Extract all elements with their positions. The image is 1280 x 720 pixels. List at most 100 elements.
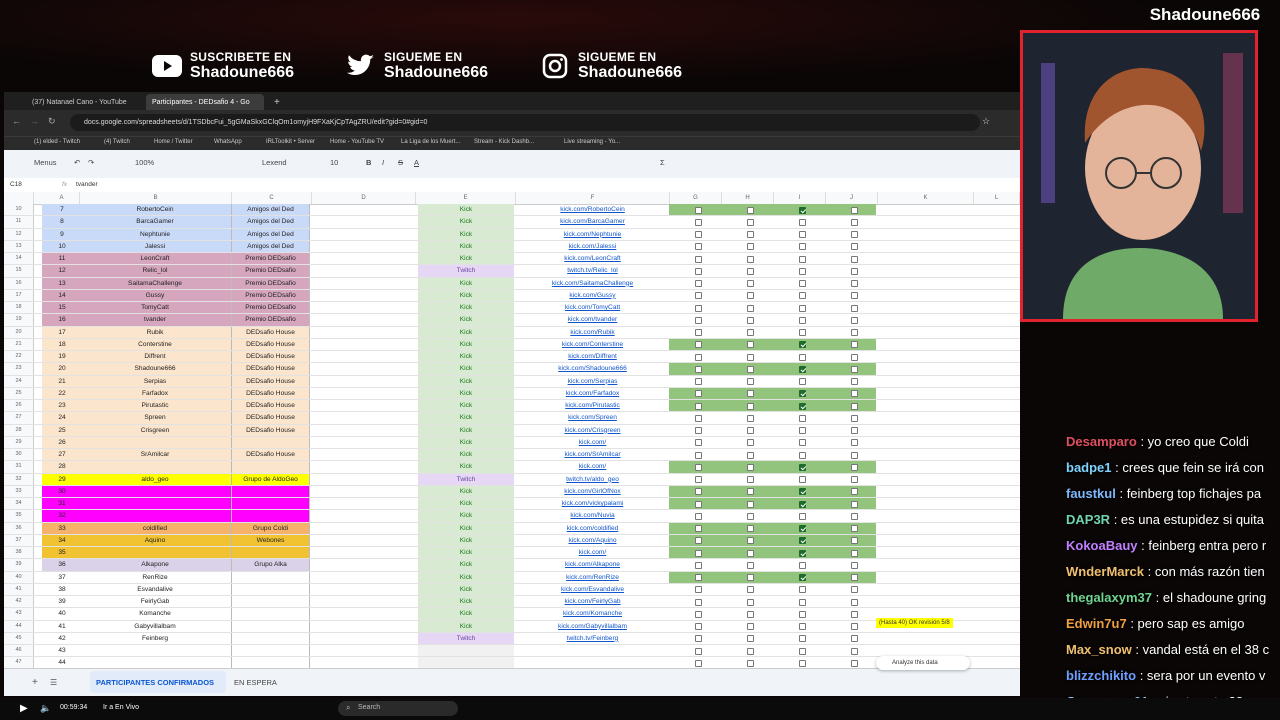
column-header[interactable]: E (416, 192, 516, 204)
participant-number[interactable]: 15 (42, 302, 82, 314)
checkbox[interactable] (851, 378, 858, 385)
participant-number[interactable]: 36 (42, 559, 82, 571)
participant-number[interactable]: 9 (42, 228, 82, 240)
row-number[interactable]: 18 (4, 302, 34, 314)
platform-select[interactable]: Kick (418, 228, 514, 240)
participant-name[interactable]: Serpias (79, 375, 232, 387)
participant-name[interactable]: Shadoune666 (79, 363, 232, 375)
chat-username[interactable]: WnderMarck (1066, 564, 1144, 579)
checkbox[interactable] (851, 659, 858, 667)
checkbox[interactable] (747, 549, 754, 557)
participant-name[interactable]: Diffrent (79, 351, 232, 363)
checkbox[interactable] (799, 218, 806, 226)
strikethrough-icon[interactable]: S (398, 158, 403, 167)
bookmark-item[interactable]: La Liga de los Muert... (401, 139, 460, 145)
channel-link[interactable]: kick.com/Shadoune666 (516, 363, 669, 374)
checkbox[interactable] (747, 378, 754, 385)
platform-select[interactable]: Kick (418, 522, 514, 534)
checkbox[interactable] (695, 512, 702, 520)
chat-username[interactable]: blizzchikito (1066, 668, 1136, 683)
checkbox[interactable] (695, 647, 702, 655)
checkbox[interactable] (799, 292, 806, 300)
participant-number[interactable]: 7 (42, 204, 82, 216)
checkbox[interactable] (799, 488, 806, 496)
participant-number[interactable]: 44 (42, 657, 82, 668)
chat-username[interactable]: badpe1 (1066, 460, 1112, 475)
row-number[interactable]: 38 (4, 547, 34, 559)
checkbox[interactable] (695, 427, 702, 434)
checkbox[interactable] (799, 561, 806, 569)
checkbox[interactable] (799, 255, 806, 263)
platform-select[interactable]: Kick (418, 583, 514, 595)
checkbox[interactable] (747, 525, 754, 532)
participant-name[interactable]: Rubik (79, 326, 232, 338)
checkbox[interactable] (799, 402, 806, 410)
checkbox[interactable] (851, 451, 858, 459)
participant-number[interactable]: 37 (42, 571, 82, 583)
participant-name[interactable]: tvander (79, 314, 232, 326)
checkbox[interactable] (695, 267, 702, 275)
channel-link[interactable]: kick.com/Diffrent (516, 351, 669, 362)
platform-select[interactable]: Kick (418, 375, 514, 387)
participant-group[interactable]: Premio DEDsafio (232, 302, 310, 314)
checkbox[interactable] (851, 525, 858, 532)
participant-name[interactable] (79, 461, 232, 473)
platform-select[interactable]: Kick (418, 363, 514, 375)
row-number[interactable]: 12 (4, 228, 34, 240)
checkbox[interactable] (851, 500, 858, 508)
checkbox[interactable] (747, 647, 754, 655)
channel-link[interactable]: kick.com/TomyCatt (516, 302, 669, 313)
platform-select[interactable] (418, 645, 514, 657)
checkbox[interactable] (695, 353, 702, 361)
participant-number[interactable]: 33 (42, 522, 82, 534)
checkbox[interactable] (695, 610, 702, 618)
undo-icon[interactable]: ↶ (74, 158, 80, 167)
participant-number[interactable]: 38 (42, 583, 82, 595)
participant-number[interactable]: 40 (42, 608, 82, 620)
checkbox[interactable] (851, 488, 858, 496)
channel-link[interactable]: kick.com/Gussy (516, 290, 669, 301)
checkbox[interactable] (799, 243, 806, 251)
checkbox[interactable] (799, 659, 806, 667)
channel-link[interactable]: kick.com/ (516, 461, 669, 472)
chat-username[interactable]: faustkul (1066, 486, 1116, 501)
platform-select[interactable]: Kick (418, 302, 514, 314)
platform-select[interactable]: Kick (418, 277, 514, 289)
participant-name[interactable]: Aquino (79, 534, 232, 546)
participant-group[interactable]: DEDsafio House (232, 351, 310, 363)
participant-group[interactable] (232, 510, 310, 522)
participant-number[interactable]: 32 (42, 510, 82, 522)
channel-link[interactable]: kick.com/coldified (516, 523, 669, 534)
channel-link[interactable]: kick.com/Crisgreen (516, 425, 669, 436)
platform-select[interactable]: Twitch (418, 632, 514, 644)
checkbox[interactable] (695, 365, 702, 373)
zoom-select[interactable]: 100% (135, 158, 154, 167)
checkbox[interactable] (851, 329, 858, 336)
checkbox[interactable] (695, 243, 702, 251)
row-number[interactable]: 31 (4, 461, 34, 473)
checkbox[interactable] (851, 255, 858, 263)
checkbox[interactable] (747, 353, 754, 361)
checkbox[interactable] (747, 316, 754, 324)
row-number[interactable]: 11 (4, 216, 34, 228)
checkbox[interactable] (851, 574, 858, 581)
participant-number[interactable]: 12 (42, 265, 82, 277)
participant-name[interactable]: FeirlyGab (79, 596, 232, 608)
participant-name[interactable]: SaitamaChallenge (79, 277, 232, 289)
checkbox[interactable] (747, 439, 754, 447)
participant-name[interactable] (79, 645, 232, 657)
reload-icon[interactable]: ↻ (48, 116, 56, 127)
participant-group[interactable] (232, 620, 310, 632)
checkbox[interactable] (695, 402, 702, 410)
participant-group[interactable]: DEDsafio House (232, 424, 310, 436)
tab-participantes-confirmados[interactable]: PARTICIPANTES CONFIRMADOS (90, 671, 226, 693)
checkbox[interactable] (695, 488, 702, 496)
checkbox[interactable] (695, 329, 702, 336)
platform-select[interactable]: Kick (418, 216, 514, 228)
checkbox[interactable] (851, 341, 858, 349)
checkbox[interactable] (799, 267, 806, 275)
bookmark-item[interactable]: (1) elded - Twitch (34, 139, 80, 145)
participant-number[interactable]: 21 (42, 375, 82, 387)
checkbox[interactable] (851, 537, 858, 545)
search-box[interactable]: ⌕ Search (338, 701, 458, 716)
